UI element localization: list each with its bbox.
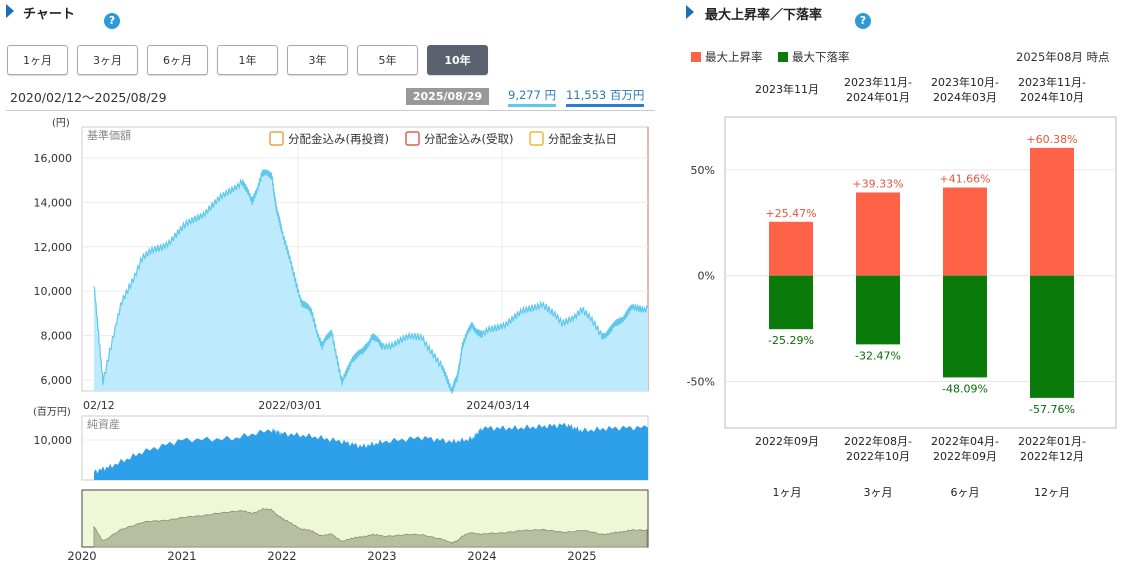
- y-unit-label: (円): [52, 118, 70, 129]
- bar-up-label: +39.33%: [852, 177, 903, 190]
- net-assets-value: 11,553 百万円: [566, 87, 645, 107]
- period-button-1[interactable]: 1ヶ月: [7, 45, 68, 75]
- y-tick-label: -50%: [687, 375, 715, 388]
- chart-section-title: チャート: [23, 7, 75, 22]
- legend-checkbox-3: [529, 131, 544, 146]
- down-period-label: 2022年09月: [933, 449, 997, 463]
- down-period-label: 2022年08月-: [844, 434, 912, 448]
- period-button-7[interactable]: 10年: [427, 45, 488, 75]
- navigator-year-label: 2024: [467, 549, 496, 563]
- up-period-label: 2023年11月-: [1018, 75, 1086, 89]
- down-period-label: 2022年09月: [755, 434, 819, 448]
- date-range: 2020/02/12～2025/08/29: [10, 90, 167, 105]
- down-period-label: 2022年12月: [1020, 449, 1084, 463]
- bar-down: [856, 275, 900, 345]
- assets-tick-label: 10,000: [34, 434, 73, 447]
- category-label: 3ヶ月: [864, 486, 893, 499]
- nav-series-title: 基準価額: [87, 128, 131, 142]
- period-button-5[interactable]: 3年: [287, 45, 348, 75]
- up-period-label: 2023年11月: [755, 82, 819, 96]
- legend-label-3: 分配金支払日: [548, 132, 617, 146]
- category-label: 12ヶ月: [1034, 486, 1070, 499]
- as-of-badge: 2025/08/29: [406, 88, 489, 105]
- bar-up: [1030, 147, 1074, 276]
- navigator-year-label: 2023: [367, 549, 396, 563]
- down-period-label: 2022年04月-: [931, 434, 999, 448]
- bar-down-label: -25.29%: [768, 334, 814, 347]
- x-tick-label: 02/12: [83, 399, 115, 412]
- navigator-year-label: 2021: [167, 549, 196, 563]
- up-period-label: 2024年01月: [846, 90, 910, 104]
- legend-label-1: 分配金込み(再投資): [288, 132, 389, 146]
- section-marker-icon: [6, 4, 14, 18]
- category-label: 6ヶ月: [951, 486, 980, 499]
- bar-down: [1030, 275, 1074, 398]
- bar-up: [769, 221, 813, 276]
- assets-unit-label: (百万円): [33, 406, 71, 418]
- y-tick-label: 50%: [691, 164, 715, 177]
- bar-down-label: -48.09%: [942, 382, 988, 395]
- period-button-3[interactable]: 6ヶ月: [147, 45, 208, 75]
- down-period-label: 2022年01月-: [1018, 434, 1086, 448]
- bar-down-label: -57.76%: [1029, 403, 1075, 416]
- navigator-year-label: 2025: [567, 549, 596, 563]
- navigator-year-label: 2020: [67, 549, 96, 563]
- price-chart: 16,000 14,000 12,000 10,000 8,000 6,000 基準価額 (円…: [33, 118, 649, 563]
- period-button-6[interactable]: 5年: [357, 45, 418, 75]
- down-period-label: 2022年10月: [846, 449, 910, 463]
- category-label: 1ヶ月: [773, 486, 802, 499]
- bar-down: [943, 275, 987, 378]
- up-period-label: 2023年11月-: [844, 75, 912, 89]
- y-tick-label: 14,000: [34, 196, 73, 209]
- navigator-year-label: 2022: [267, 549, 296, 563]
- bar-down: [769, 275, 813, 330]
- up-period-label: 2024年03月: [933, 90, 997, 104]
- period-button-2[interactable]: 3ヶ月: [77, 45, 138, 75]
- y-tick-label: 6,000: [41, 374, 73, 387]
- legend-checkbox-1: [269, 131, 284, 146]
- x-tick-label: 2022/03/01: [258, 399, 321, 412]
- bar-up: [943, 187, 987, 276]
- bar-up-label: +60.38%: [1026, 133, 1077, 146]
- legend-label-2: 分配金込み(受取): [424, 132, 513, 146]
- legend-checkbox-2: [405, 131, 420, 146]
- bar-down-label: -32.47%: [855, 349, 901, 362]
- bar-up: [856, 192, 900, 276]
- y-tick-label: 8,000: [41, 330, 73, 343]
- up-period-label: 2024年10月: [1020, 90, 1084, 104]
- y-tick-label: 0%: [698, 270, 715, 283]
- y-tick-label: 12,000: [34, 241, 73, 254]
- drawdown-chart: 50% 0% -50% +25.47% -25.29% 2023年11月 2022年09月 1…: [687, 75, 1117, 499]
- x-tick-label: 2024/03/14: [466, 399, 529, 412]
- y-tick-label: 16,000: [34, 152, 73, 165]
- bar-up-label: +25.47%: [765, 207, 816, 220]
- y-tick-label: 10,000: [34, 285, 73, 298]
- assets-series-title: 純資産: [87, 418, 120, 431]
- nav-value: 9,277 円: [508, 87, 557, 107]
- period-button-4[interactable]: 1年: [217, 45, 278, 75]
- up-period-label: 2023年10月-: [931, 75, 999, 89]
- help-icon[interactable]: ?: [104, 13, 120, 29]
- bar-up-label: +41.66%: [939, 173, 990, 186]
